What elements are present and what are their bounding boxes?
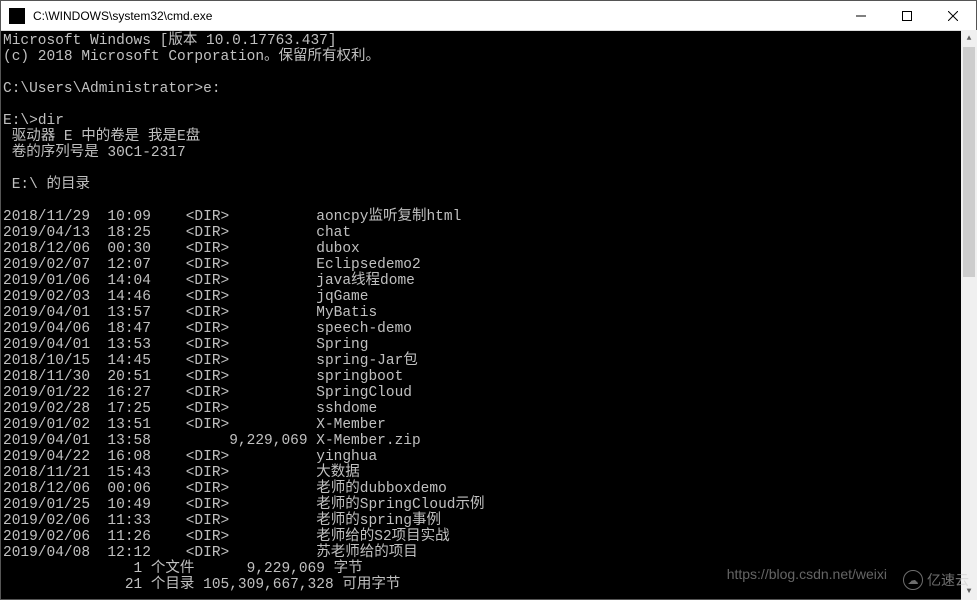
cmd-window: C:\WINDOWS\system32\cmd.exe Microsoft Wi…: [0, 0, 977, 600]
watermark-csdn: https://blog.csdn.net/weixi: [727, 566, 887, 582]
terminal-output[interactable]: Microsoft Windows [版本 10.0.17763.437] (c…: [1, 31, 976, 599]
summary-files: 1 个文件 9,229,069 字节: [3, 561, 363, 577]
dir-of-line: E:\ 的目录: [3, 177, 90, 193]
cmd-icon: [9, 8, 25, 24]
prompt-2: E:\>: [3, 113, 38, 129]
close-button[interactable]: [930, 1, 976, 30]
volume-line: 驱动器 E 中的卷是 我是E盘: [3, 129, 200, 145]
minimize-button[interactable]: [838, 1, 884, 30]
serial-line: 卷的序列号是 30C1-2317: [3, 145, 186, 161]
cloud-icon: ☁: [903, 570, 923, 590]
window-controls: [838, 1, 976, 30]
header-line-2: (c) 2018 Microsoft Corporation。保留所有权利。: [3, 49, 380, 65]
scrollbar-track[interactable]: [961, 47, 977, 583]
titlebar[interactable]: C:\WINDOWS\system32\cmd.exe: [1, 1, 976, 31]
prompt-1: C:\Users\Administrator>: [3, 81, 203, 97]
vertical-scrollbar[interactable]: ▲ ▼: [961, 30, 977, 600]
dir-listing: 2018/11/29 10:09 <DIR> aoncpy监听复制html 20…: [3, 209, 484, 561]
summary-dirs: 21 个目录 105,309,667,328 可用字节: [3, 577, 400, 593]
cmd-1: e:: [203, 81, 220, 97]
header-line-1: Microsoft Windows [版本 10.0.17763.437]: [3, 33, 337, 49]
scroll-up-arrow-icon[interactable]: ▲: [961, 30, 977, 47]
watermark-yisu: ☁ 亿速云: [903, 570, 969, 590]
maximize-button[interactable]: [884, 1, 930, 30]
scrollbar-thumb[interactable]: [963, 47, 975, 277]
cmd-2: dir: [38, 113, 64, 129]
window-title: C:\WINDOWS\system32\cmd.exe: [33, 9, 838, 23]
